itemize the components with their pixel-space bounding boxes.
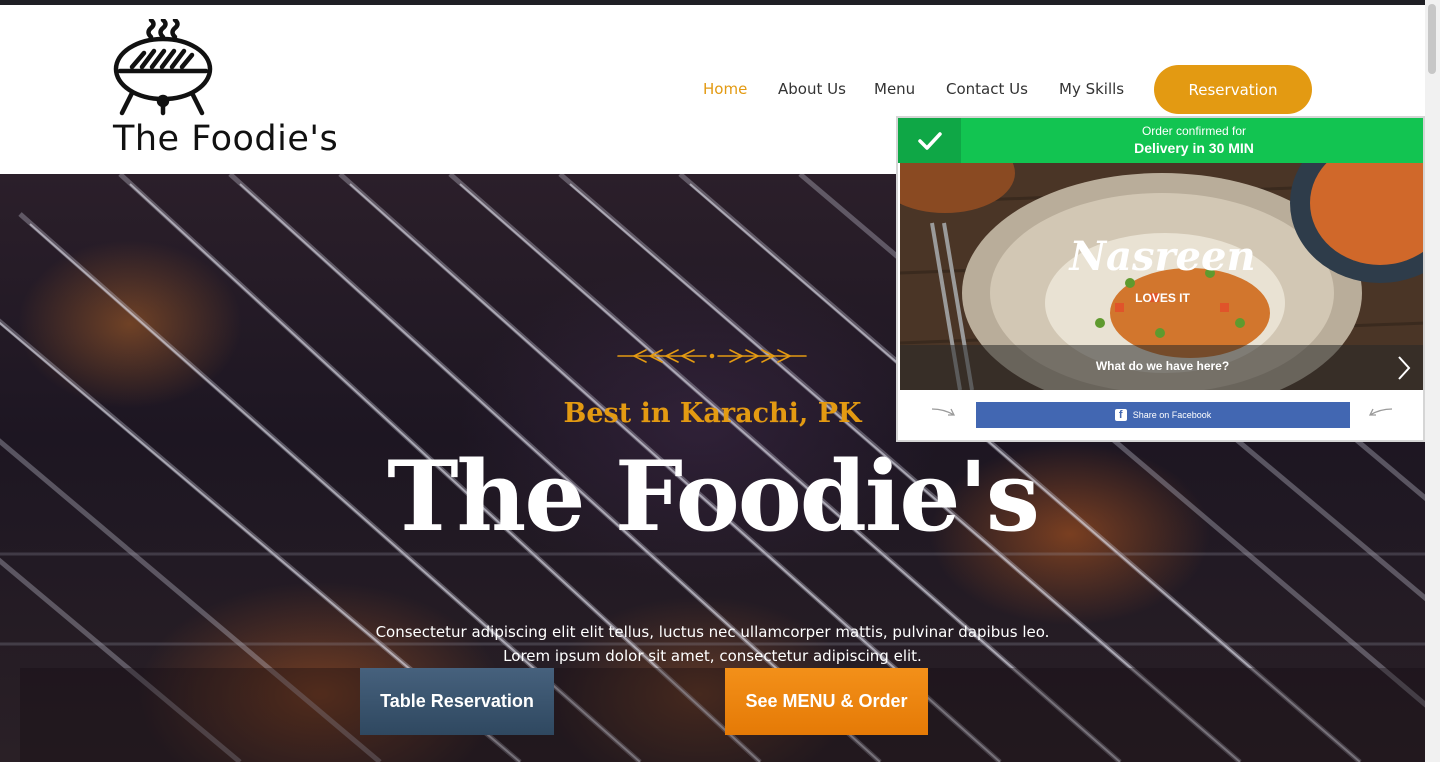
popup-status-line: Order confirmed for <box>1141 124 1247 138</box>
nav-item-menu[interactable]: Menu <box>874 80 915 98</box>
popup-delivery-line: Delivery in 30 MIN <box>1134 140 1254 156</box>
share-on-facebook-button[interactable]: f Share on Facebook <box>976 402 1350 428</box>
checkmark-icon <box>898 118 961 163</box>
brand-name[interactable]: The Foodie's <box>113 119 338 159</box>
grill-logo-icon[interactable] <box>110 19 216 117</box>
loves-it-label: LOVES IT <box>1135 291 1190 305</box>
share-label: Share on Facebook <box>1132 410 1212 420</box>
customer-name: Nasreen <box>1069 233 1256 280</box>
popup-question: What do we have here? <box>1095 359 1230 373</box>
food-image: Nasreen LOVES IT What do we have here? <box>900 163 1423 390</box>
table-reservation-button[interactable]: Table Reservation <box>360 668 554 735</box>
reservation-button[interactable]: Reservation <box>1154 65 1312 114</box>
hero-description: Consectetur adipiscing elit elit tellus,… <box>375 623 1050 665</box>
see-menu-order-button[interactable]: See MENU & Order <box>725 668 928 735</box>
nav-item-about-us[interactable]: About Us <box>778 80 846 98</box>
nav-item-contact-us[interactable]: Contact Us <box>946 80 1028 98</box>
order-confirmation-popup[interactable]: Order confirmed for Delivery in 30 MIN N… <box>896 116 1425 442</box>
hero-title: The Foodie's <box>387 440 1040 553</box>
facebook-icon: f <box>1114 409 1127 421</box>
popup-header: Order confirmed for Delivery in 30 MIN <box>898 118 1423 163</box>
arrow-left-icon <box>1368 408 1393 416</box>
scrollbar-thumb[interactable] <box>1428 4 1436 74</box>
arrow-right-icon <box>931 408 956 416</box>
chevron-right-icon[interactable] <box>1394 353 1414 383</box>
cta-strip <box>20 668 1426 762</box>
wheat-ornament-icon <box>617 349 807 363</box>
scrollbar[interactable] <box>1425 0 1440 762</box>
nav-item-my-skills[interactable]: My Skills <box>1059 80 1124 98</box>
nav-item-home[interactable]: Home <box>703 80 747 98</box>
